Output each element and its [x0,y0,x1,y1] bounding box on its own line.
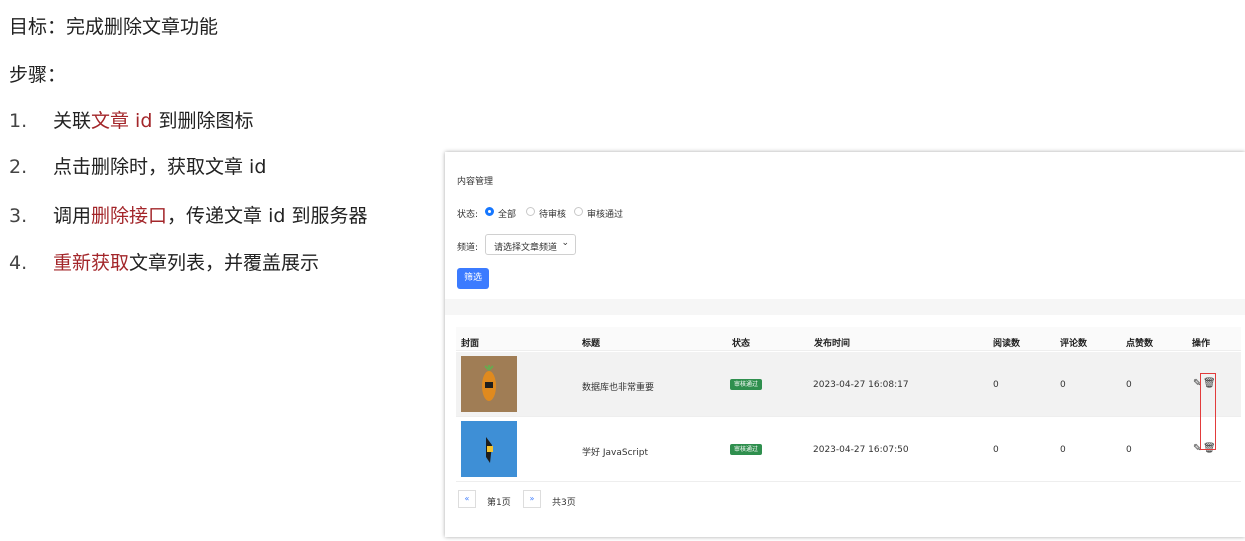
radio-pending-label: 待审核 [539,210,567,220]
step-number: 4. [9,252,28,274]
status-badge: 审核通过 [730,444,763,455]
filter-button[interactable]: 筛选 [457,268,489,289]
radio-all[interactable] [485,207,494,216]
step-item: 4. 重新获取文章列表，并覆盖展示 [9,248,319,275]
channel-select[interactable]: 请选择文章频道 ⌄ [485,234,576,255]
next-page-button[interactable]: » [523,490,541,508]
breadcrumb-title: 内容管理 [457,177,494,187]
radio-pending[interactable] [526,207,535,216]
channel-label: 频道: [457,243,479,253]
col-pubdate: 发布时间 [814,339,851,349]
step-text: 点击删除时，获取文章 id [53,156,267,178]
goal-heading: 目标：完成删除文章功能 [9,16,219,38]
col-comments: 评论数 [1060,339,1088,349]
radio-all-label: 全部 [498,210,517,220]
step-highlight-text: 文章 id [91,110,153,132]
like-count: 0 [1126,380,1132,390]
step-text: 关联 [53,110,92,132]
col-actions: 操作 [1192,339,1211,349]
col-status: 状态 [732,339,751,349]
content-management-screenshot: 内容管理 状态: 全部 待审核 审核通过 频道: 请选择文章频道 ⌄ 筛选 封面… [445,152,1245,537]
table-row: 学好 JavaScript 审核通过 2023-04-27 16:07:50 0… [456,417,1241,482]
article-title[interactable]: 数据库也非常重要 [582,380,654,393]
step-text: ，传递文章 id 到服务器 [167,205,368,227]
step-highlight-text: 删除接口 [91,205,168,227]
comment-count: 0 [1060,445,1066,455]
step-number: 3. [9,205,28,227]
read-count: 0 [993,445,999,455]
col-likes: 点赞数 [1126,339,1154,349]
channel-placeholder: 请选择文章频道 [494,243,558,253]
radio-approved-label: 审核通过 [587,210,624,220]
prev-page-button[interactable]: « [458,490,476,508]
status-label: 状态: [457,210,479,220]
col-reads: 阅读数 [993,339,1021,349]
radio-approved[interactable] [574,207,583,216]
article-title[interactable]: 学好 JavaScript [582,445,648,458]
step-text: 到删除图标 [152,110,254,132]
cover-image [461,421,517,477]
read-count: 0 [993,380,999,390]
step-number: 2. [9,156,28,178]
cover-image [461,356,517,412]
step-text: 调用 [53,205,92,227]
step-highlight-text: 重新获取 [53,252,130,274]
col-cover: 封面 [461,339,480,349]
delete-icon-highlight-box [1200,373,1216,450]
steps-label: 步骤： [9,64,67,86]
step-number: 1. [9,110,28,132]
chevron-down-icon: ⌄ [561,238,569,248]
like-count: 0 [1126,445,1132,455]
status-badge: 审核通过 [730,379,763,390]
step-item: 3. 调用删除接口，传递文章 id 到服务器 [9,201,367,228]
step-item: 1. 关联文章 id 到删除图标 [9,106,253,133]
filter-card: 内容管理 状态: 全部 待审核 审核通过 频道: 请选择文章频道 ⌄ 筛选 [445,152,1245,299]
col-title: 标题 [582,339,601,349]
total-pages: 共3页 [552,498,576,508]
publish-time: 2023-04-27 16:08:17 [813,380,909,390]
step-text: 文章列表，并覆盖展示 [129,252,320,274]
current-page: 第1页 [487,498,511,508]
comment-count: 0 [1060,380,1066,390]
publish-time: 2023-04-27 16:07:50 [813,445,909,455]
table-row: 数据库也非常重要 审核通过 2023-04-27 16:08:17 0 0 0 … [456,352,1241,417]
step-item: 2. 点击删除时，获取文章 id [9,152,266,179]
